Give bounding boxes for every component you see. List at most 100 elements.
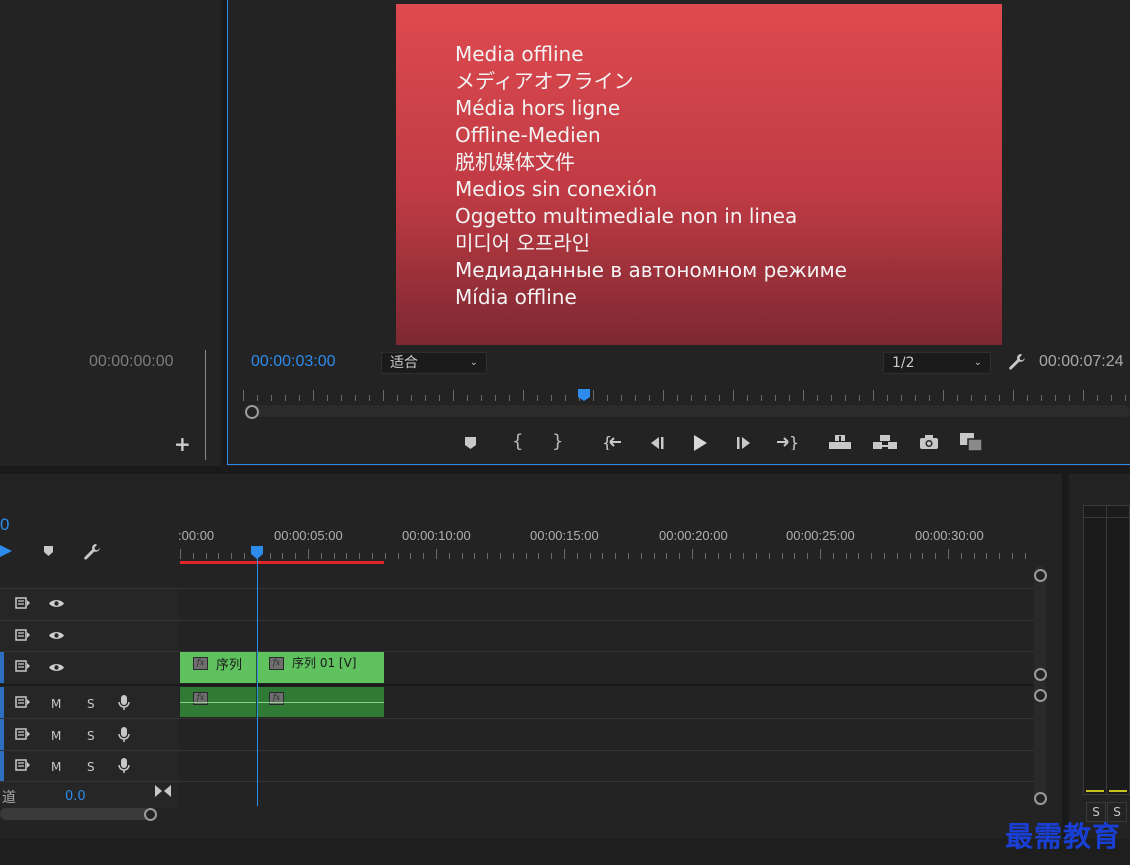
ruler-label: 00:00:05:00 [274,528,343,543]
program-scrollbar[interactable] [248,405,1130,417]
microphone-icon[interactable] [118,726,130,743]
timeline-playhead-icon[interactable] [250,545,264,560]
work-area-bar[interactable] [180,561,384,564]
compare-view-icon[interactable] [959,432,983,452]
solo-button[interactable]: S [87,760,95,774]
toggle-sync-icon[interactable] [15,728,31,740]
program-mini-ruler[interactable] [243,388,1130,402]
eye-icon[interactable] [48,630,65,641]
snap-icon[interactable] [0,543,14,559]
mark-in-icon[interactable]: { [512,433,523,451]
eye-icon[interactable] [48,662,65,673]
timeline-vertical-scrollbar[interactable] [1034,566,1046,806]
ruler-tick [922,553,923,559]
mark-out-icon[interactable]: } [552,433,563,451]
ruler-tick [308,549,309,559]
ruler-tick [383,390,384,401]
microphone-icon[interactable] [118,757,130,774]
program-current-timecode[interactable]: 00:00:03:00 [251,353,336,371]
ruler-tick [845,395,846,401]
toggle-sync-icon[interactable] [15,629,31,641]
ruler-tick [807,553,808,559]
go-to-in-icon[interactable]: { [602,434,624,450]
solo-button[interactable]: S [87,697,95,711]
ruler-tick [935,553,936,559]
ruler-tick [887,395,888,401]
ruler-tick [677,395,678,401]
mute-button[interactable]: M [51,697,61,711]
ruler-label: 00:00:25:00 [786,528,855,543]
ruler-tick [593,390,594,401]
track-target-indicator[interactable] [0,751,4,781]
program-playhead-icon[interactable] [577,388,591,402]
track-target-indicator[interactable] [0,687,4,718]
source-timecode[interactable]: 00:00:00:00 [89,353,174,371]
video-clip[interactable]: fx 序列 01 [V] [258,652,384,683]
ruler-tick [948,549,949,559]
ruler-tick [679,553,680,559]
ruler-tick [782,553,783,559]
lift-icon[interactable] [828,434,852,450]
timeline-horizontal-scrollbar[interactable] [0,808,150,820]
scroll-handle[interactable] [144,808,157,821]
ruler-tick [1025,553,1026,559]
ruler-tick [831,395,832,401]
ruler-tick [1083,390,1084,401]
track-target-indicator[interactable] [0,719,4,750]
step-forward-icon[interactable] [736,436,754,450]
settings-wrench-icon[interactable] [1007,352,1027,372]
solo-button[interactable]: S [87,729,95,743]
step-back-icon[interactable] [647,436,665,450]
play-icon[interactable] [691,434,709,452]
microphone-icon[interactable] [118,694,130,711]
mute-button[interactable]: M [51,729,61,743]
scroll-handle[interactable] [1034,792,1047,805]
ruler-tick [313,390,314,401]
ruler-tick [271,395,272,401]
ruler-tick [462,553,463,559]
audio-clip-waveform-line [180,702,256,703]
toggle-sync-icon[interactable] [15,597,31,609]
toggle-sync-icon[interactable] [15,696,31,708]
ruler-tick [495,395,496,401]
mute-button[interactable]: M [51,760,61,774]
toggle-sync-icon[interactable] [15,759,31,771]
timeline-marker-icon[interactable] [43,545,54,557]
ruler-tick [654,553,655,559]
resolution-select[interactable]: 1/2 ⌄ [883,352,991,374]
zoom-to-fit-icon[interactable] [154,784,172,798]
audio-clip[interactable]: fx [258,687,384,717]
timeline-playhead-timecode[interactable]: 0 [0,515,9,535]
go-to-out-icon[interactable]: } [776,434,798,450]
scroll-handle[interactable] [1034,668,1047,681]
toggle-sync-icon[interactable] [15,660,31,672]
ruler-tick [769,553,770,559]
zoom-select[interactable]: 适合 ⌄ [381,352,487,374]
ruler-tick [602,553,603,559]
ruler-tick [915,395,916,401]
timeline-playhead-line[interactable] [257,559,258,806]
ruler-tick [901,395,902,401]
ruler-tick [873,390,874,401]
eye-icon[interactable] [48,598,65,609]
audio-clip[interactable]: fx [180,687,257,717]
program-scroll-handle[interactable] [245,405,259,419]
offline-text-block: Media offline メディアオフライン Média hors ligne… [455,41,847,311]
timeline-settings-wrench-icon[interactable] [82,542,102,562]
video-clip[interactable]: fx 序列 [180,652,257,683]
scroll-handle[interactable] [1034,569,1047,582]
master-track-label: 道 [2,790,16,806]
ruler-tick [180,549,181,559]
add-marker-icon[interactable] [464,436,477,450]
scroll-handle[interactable] [1034,689,1047,702]
offline-line: Mídia offline [455,285,577,309]
ruler-tick [206,553,207,559]
ruler-tick [474,553,475,559]
track-target-indicator[interactable] [0,652,4,683]
extract-icon[interactable] [872,434,898,450]
master-volume-value[interactable]: 0.0 [65,789,86,804]
ruler-tick [398,553,399,559]
add-button-icon[interactable]: + [174,432,191,456]
offline-line: Media offline [455,42,584,66]
camera-icon[interactable] [919,434,939,450]
